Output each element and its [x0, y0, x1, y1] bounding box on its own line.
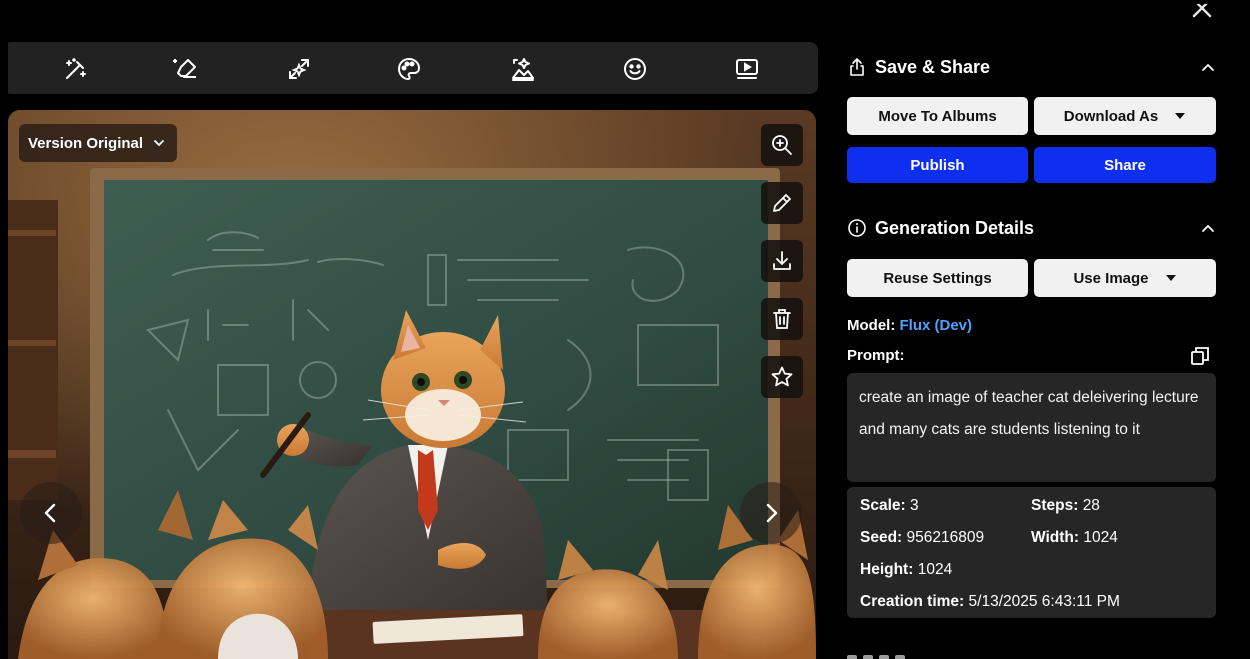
reuse-settings-button[interactable]: Reuse Settings — [847, 259, 1028, 297]
edit-toolbar — [8, 42, 818, 94]
caret-down-icon — [1175, 113, 1186, 119]
download-as-button[interactable]: Download As — [1034, 97, 1216, 135]
chevron-right-icon — [766, 503, 778, 523]
use-image-label: Use Image — [1073, 269, 1149, 287]
chevron-up-icon[interactable] — [1199, 219, 1217, 237]
chevron-left-icon — [44, 503, 56, 523]
download-icon — [773, 251, 791, 270]
save-share-header[interactable]: Save & Share — [847, 52, 1217, 82]
reuse-settings-label: Reuse Settings — [883, 269, 992, 287]
eraser-icon[interactable] — [170, 54, 200, 84]
edit-button[interactable] — [761, 182, 803, 224]
info-icon — [848, 219, 866, 237]
seed-param: Seed: 956216809 — [860, 529, 985, 546]
model-value-link[interactable]: Flux (Dev) — [900, 317, 973, 334]
delete-button[interactable] — [761, 298, 803, 340]
creation-time-param: Creation time: 5/13/2025 6:43:11 PM — [860, 593, 1120, 610]
magic-wand-icon[interactable] — [61, 54, 91, 84]
chevron-down-icon — [154, 140, 164, 147]
next-section-peek — [847, 652, 967, 659]
share-button[interactable]: Share — [1034, 147, 1216, 183]
trash-icon — [773, 309, 791, 329]
move-to-albums-label: Move To Albums — [878, 107, 997, 125]
caret-down-icon — [1165, 275, 1176, 281]
generation-details-title: Generation Details — [875, 217, 1035, 238]
height-param: Height: 1024 — [860, 561, 953, 578]
download-button[interactable] — [761, 240, 803, 282]
expand-icon[interactable] — [284, 54, 314, 84]
prompt-text: create an image of teacher cat deleiveri… — [847, 373, 1216, 482]
generation-parameters: Scale: 3 Steps: 28 Seed: 956216809 Width… — [847, 487, 1216, 618]
steps-param: Steps: 28 — [1031, 497, 1100, 514]
version-dropdown[interactable]: Version Original — [19, 124, 178, 162]
pencil-icon — [773, 194, 791, 212]
use-image-button[interactable]: Use Image — [1034, 259, 1216, 297]
publish-label: Publish — [910, 156, 965, 174]
favorite-button[interactable] — [761, 356, 803, 398]
width-param: Width: 1024 — [1031, 529, 1118, 546]
copy-icon[interactable] — [1190, 346, 1210, 366]
palette-icon[interactable] — [394, 54, 424, 84]
share-label: Share — [1104, 156, 1146, 174]
publish-button[interactable]: Publish — [847, 147, 1028, 183]
model-row: Model: Flux (Dev) — [847, 317, 972, 334]
version-label: Version Original — [28, 134, 144, 152]
download-as-label: Download As — [1063, 107, 1159, 125]
previous-image-button[interactable] — [20, 482, 82, 544]
chevron-up-icon[interactable] — [1199, 58, 1217, 76]
scale-param: Scale: 3 — [860, 497, 919, 514]
video-play-icon[interactable] — [732, 54, 762, 84]
smiley-icon[interactable] — [620, 54, 650, 84]
zoom-in-button[interactable] — [761, 124, 803, 166]
image-workspace: Version Original — [0, 0, 830, 659]
details-panel: Save & Share Move To Albums Download As … — [830, 40, 1235, 659]
star-icon — [771, 366, 793, 387]
generated-image — [8, 110, 816, 659]
generation-details-header[interactable]: Generation Details — [847, 213, 1217, 243]
zoom-in-icon — [772, 135, 792, 155]
generated-image-viewer: Version Original — [8, 110, 816, 659]
prompt-label: Prompt: — [847, 347, 905, 364]
model-label: Model: — [847, 317, 896, 334]
next-image-button[interactable] — [740, 482, 802, 544]
share-upload-icon — [850, 58, 864, 76]
close-icon[interactable] — [1188, 4, 1216, 18]
image-sparkle-icon[interactable] — [508, 54, 538, 84]
image-action-tools — [761, 124, 803, 414]
move-to-albums-button[interactable]: Move To Albums — [847, 97, 1028, 135]
save-share-title: Save & Share — [875, 56, 991, 77]
